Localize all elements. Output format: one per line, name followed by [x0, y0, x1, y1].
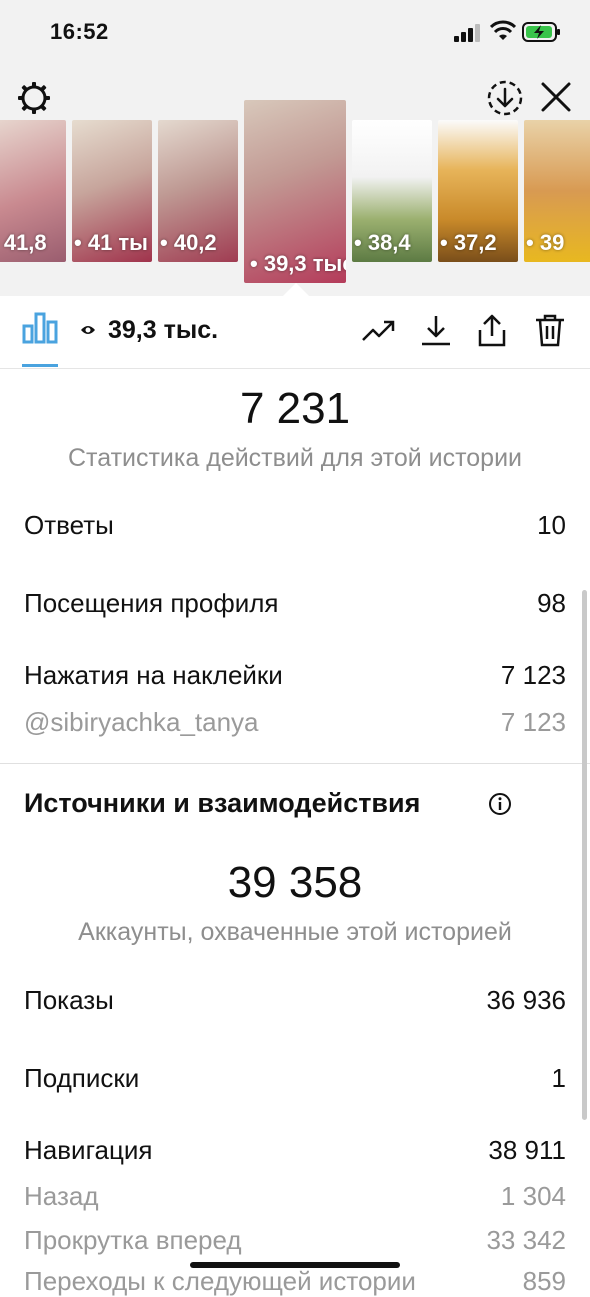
status-bar: 16:52	[0, 0, 590, 66]
stat-label: Прокрутка вперед	[24, 1225, 242, 1255]
stat-value: 7 123	[500, 707, 566, 737]
home-indicator[interactable]	[190, 1262, 400, 1268]
insights-tab-indicator	[22, 364, 58, 367]
stat-label: Назад	[24, 1181, 99, 1211]
download-icon[interactable]	[418, 312, 454, 348]
story-view-count-value: 39	[539, 230, 565, 255]
wifi-icon	[490, 20, 516, 40]
story-thumbnail[interactable]: • 41,8	[0, 120, 66, 262]
stat-label: Подписки	[24, 1063, 140, 1093]
story-strip-area: 16:52 41,8 • 41 ты • 40,2 • 39,3 ты • 38…	[0, 0, 590, 296]
story-toolbar: 39,3 тыс.	[0, 296, 590, 369]
story-thumbnail[interactable]: • 40,2	[158, 120, 238, 262]
status-time: 16:52	[50, 19, 109, 44]
story-view-count: • 41,8	[0, 230, 47, 256]
stat-label: Навигация	[24, 1135, 153, 1165]
stat-value: 7 123	[500, 660, 566, 690]
story-view-count: • 37,2	[440, 230, 497, 255]
section-divider	[0, 763, 590, 764]
stat-value: 1	[551, 1063, 566, 1093]
stat-value: 33 342	[486, 1225, 566, 1255]
stat-label: @sibiryachka_tanya	[24, 707, 259, 737]
story-view-count-value: 39,3 тыс.	[263, 251, 346, 276]
info-icon[interactable]	[488, 792, 512, 816]
story-view-count-value: 38,4	[367, 230, 411, 255]
story-view-count: • 38,4	[354, 230, 411, 255]
stat-label: Посещения профиля	[24, 588, 279, 618]
stat-label: Нажатия на наклейки	[24, 660, 283, 690]
selected-story-pointer	[283, 283, 309, 296]
cellular-signal-icon	[454, 24, 480, 42]
battery-charging-icon	[522, 22, 560, 42]
trending-chart-icon[interactable]	[360, 312, 396, 348]
story-view-count-value: 37,2	[453, 230, 497, 255]
story-view-count: • 40,2	[160, 230, 217, 255]
story-view-count: • 39,3 тыс.	[250, 251, 346, 277]
share-icon[interactable]	[474, 312, 510, 348]
stat-value: 38 911	[488, 1135, 566, 1165]
story-thumbnail[interactable]: • 38,4	[352, 120, 432, 262]
scrollbar[interactable]	[582, 590, 587, 1120]
story-thumbnail[interactable]: • 39	[524, 120, 590, 262]
reach-caption: Аккаунты, охваченные этой историей	[78, 918, 512, 946]
stat-value: 859	[522, 1266, 566, 1296]
story-thumbnail-selected[interactable]: • 39,3 тыс.	[244, 100, 346, 283]
story-view-count-value: 41 ты	[87, 230, 148, 255]
discovery-section-title: Источники и взаимодействия	[24, 788, 421, 818]
views-count: 39,3 тыс.	[108, 316, 219, 344]
story-thumbnails: • 41,8 • 41 ты • 40,2 • 39,3 тыс. • 38,4…	[0, 100, 590, 290]
stat-value: 1 304	[500, 1181, 566, 1211]
interactions-caption: Статистика действий для этой истории	[67, 444, 523, 472]
story-view-count: • 39	[526, 230, 565, 255]
interactions-total: 7 231	[239, 384, 351, 433]
stat-value: 36 936	[486, 985, 566, 1015]
story-thumbnail[interactable]: • 37,2	[438, 120, 518, 262]
stat-value: 98	[537, 588, 566, 618]
story-thumbnail[interactable]: • 41 ты	[72, 120, 152, 262]
reach-total: 39 358	[227, 858, 363, 907]
stat-label: Ответы	[24, 510, 114, 540]
story-view-count-value: 40,2	[173, 230, 217, 255]
story-view-count-value: 41,8	[3, 230, 47, 255]
stat-label: Показы	[24, 985, 114, 1015]
stat-value: 10	[537, 510, 566, 540]
story-view-count: • 41 ты	[74, 230, 148, 255]
insights-bar-chart-icon[interactable]	[22, 312, 58, 344]
trash-icon[interactable]	[532, 312, 568, 348]
eye-icon	[81, 326, 95, 334]
stat-label: Переходы к следующей истории	[24, 1266, 416, 1296]
